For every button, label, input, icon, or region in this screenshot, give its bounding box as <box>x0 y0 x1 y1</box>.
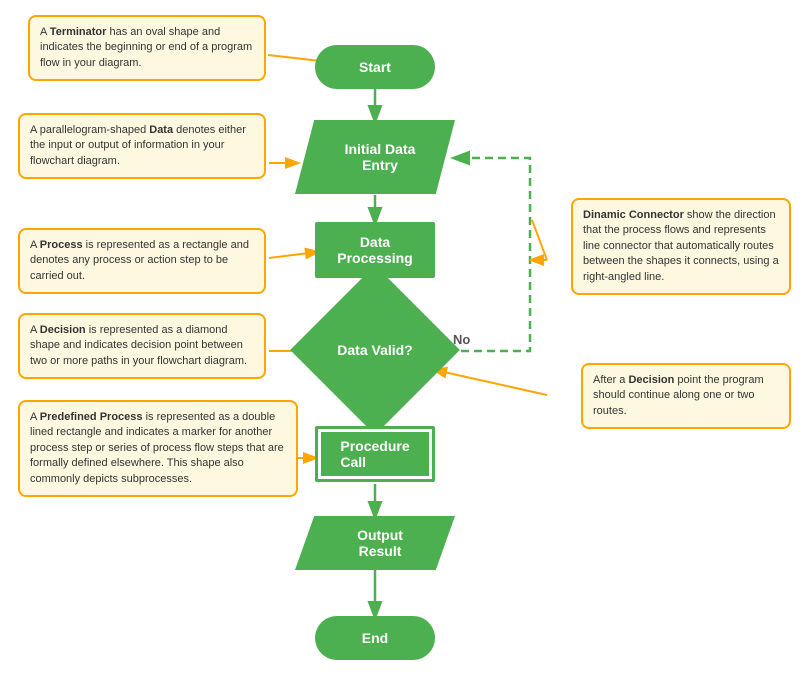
process-bold: Process <box>40 239 83 251</box>
data-annotation: A parallelogram-shaped Data denotes eith… <box>18 113 266 179</box>
decision-annotation: A Decision is represented as a diamond s… <box>18 313 266 379</box>
predefined-bold: Predefined Process <box>40 411 143 423</box>
output-result-label: Output Result <box>357 527 403 559</box>
initial-data-label: Initial Data Entry <box>345 141 416 173</box>
data-bold: Data <box>149 124 173 136</box>
terminator-bold: Terminator <box>50 26 107 38</box>
procedure-call-shape: Procedure Call <box>315 426 435 482</box>
decision-label: Data Valid? <box>337 342 412 358</box>
end-label: End <box>362 630 388 646</box>
decision-note-bold: Decision <box>628 374 674 386</box>
output-result-shape: Output Result <box>295 516 455 570</box>
procedure-call-label: Procedure Call <box>340 438 409 470</box>
initial-data-shape: Initial Data Entry <box>295 120 455 194</box>
terminator-annotation: A Terminator has an oval shape and indic… <box>28 15 266 81</box>
dynamic-connector-annotation: Dinamic Connector show the direction tha… <box>571 198 791 295</box>
process-annotation: A Process is represented as a rectangle … <box>18 228 266 294</box>
dynamic-bold: Dinamic Connector <box>583 209 684 221</box>
data-processing-label: Data Processing <box>337 234 412 266</box>
end-shape: End <box>315 616 435 660</box>
decision-shape: Data Valid? <box>315 306 435 394</box>
start-shape: Start <box>315 45 435 89</box>
flowchart-container: No Yes Start Initial Data Entry Data Pro… <box>0 0 809 680</box>
decision-bold: Decision <box>40 324 86 336</box>
start-label: Start <box>359 59 391 75</box>
predefined-annotation: A Predefined Process is represented as a… <box>18 400 298 497</box>
decision-note-annotation: After a Decision point the program shoul… <box>581 363 791 429</box>
